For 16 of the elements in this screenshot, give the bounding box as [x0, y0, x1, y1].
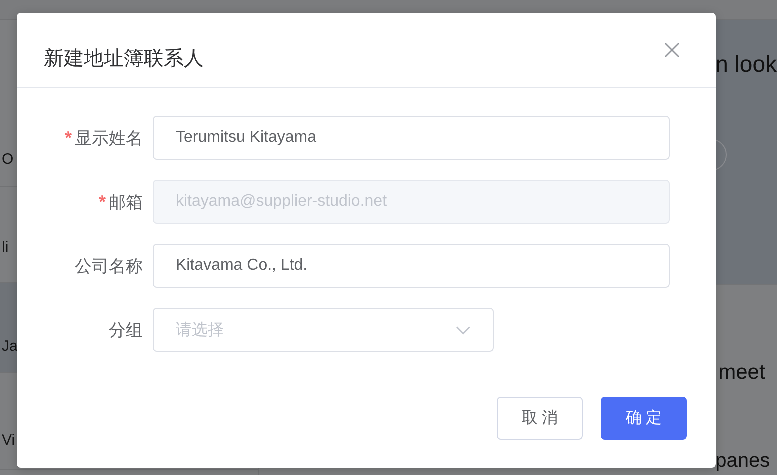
field-label: 公司名称: [75, 256, 143, 278]
page-heading: n look: [716, 51, 777, 77]
input-field[interactable]: Terumitsu Kitayama: [153, 116, 670, 160]
close-button[interactable]: ×: [658, 37, 686, 63]
input-field[interactable]: Kitavama Co., Ltd.: [153, 244, 670, 288]
field-label: 邮箱: [109, 192, 143, 214]
chevron-down-icon: [456, 326, 471, 334]
required-asterisk: *: [98, 192, 106, 212]
cancel-button[interactable]: 取 消: [497, 397, 583, 440]
required-asterisk: *: [64, 128, 72, 148]
confirm-button[interactable]: 确 定: [601, 397, 687, 440]
dialog-title: 新建地址簿联系人: [44, 46, 204, 72]
body-text: panes: [716, 450, 770, 472]
body-text: meet: [718, 361, 766, 385]
field-label: 显示姓名: [75, 128, 143, 150]
field-label: 分组: [109, 320, 143, 342]
